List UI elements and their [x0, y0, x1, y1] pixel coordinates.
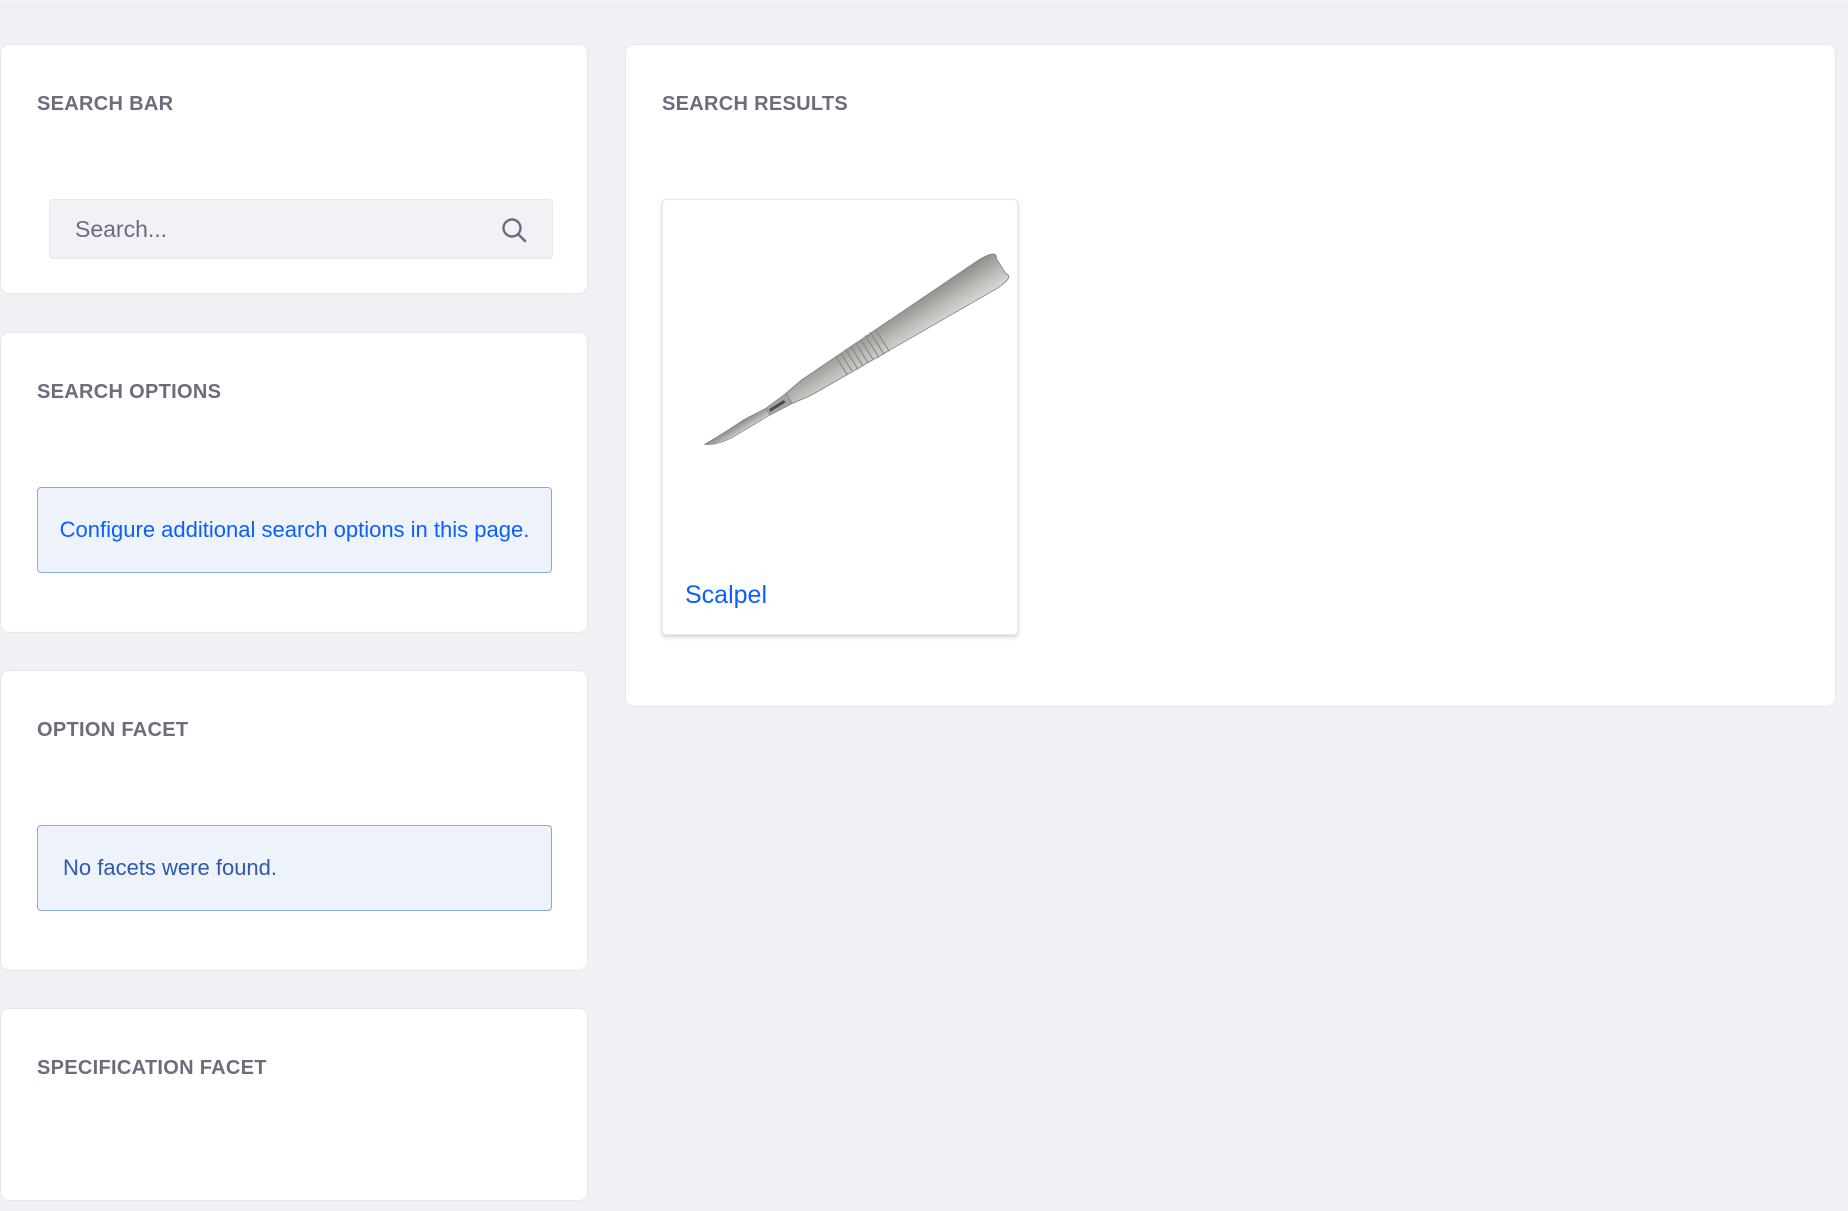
no-facets-alert: No facets were found.	[37, 825, 552, 911]
search-results-title: SEARCH RESULTS	[662, 93, 849, 115]
search-results-panel: SEARCH RESULTS Scalpel	[625, 44, 1836, 707]
specification-facet-panel: SPECIFICATION FACET	[0, 1008, 588, 1201]
scalpel-image[interactable]	[663, 200, 1017, 540]
search-icon[interactable]	[500, 216, 528, 244]
search-options-panel: SEARCH OPTIONS Configure additional sear…	[0, 332, 588, 633]
specification-facet-title: SPECIFICATION FACET	[37, 1057, 267, 1079]
top-divider	[0, 6, 1848, 7]
product-title-link[interactable]: Scalpel	[685, 583, 767, 608]
search-bar-panel: SEARCH BAR	[0, 44, 588, 294]
product-card[interactable]: Scalpel	[662, 199, 1018, 635]
search-bar-title: SEARCH BAR	[37, 93, 174, 115]
search-options-title: SEARCH OPTIONS	[37, 381, 222, 403]
search-input[interactable]	[50, 200, 490, 258]
option-facet-panel: OPTION FACET No facets were found.	[0, 670, 588, 971]
configure-search-options-link[interactable]: Configure additional search options in t…	[60, 517, 530, 543]
option-facet-title: OPTION FACET	[37, 719, 189, 741]
no-facets-message: No facets were found.	[63, 855, 278, 880]
search-options-info-alert: Configure additional search options in t…	[37, 487, 552, 573]
search-box	[49, 199, 553, 259]
